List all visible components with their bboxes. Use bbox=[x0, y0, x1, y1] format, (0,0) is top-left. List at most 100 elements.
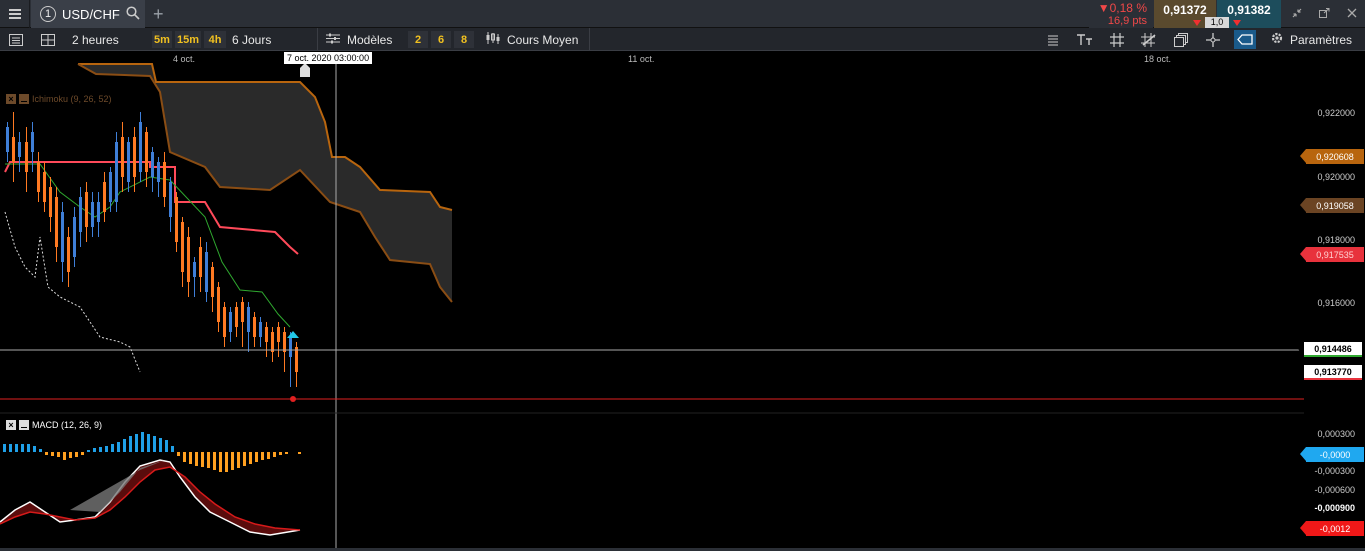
candle-body bbox=[175, 197, 178, 242]
macd-histogram-bar bbox=[45, 452, 48, 455]
drawing-tools-icon[interactable] bbox=[1138, 30, 1160, 49]
date-label-18-oct: 18 oct. bbox=[1144, 54, 1172, 64]
minimize-indicator-icon[interactable] bbox=[19, 94, 29, 104]
candle-body bbox=[253, 317, 256, 337]
macd-histogram-bar bbox=[39, 449, 42, 452]
remove-indicator-icon[interactable]: × bbox=[6, 94, 16, 104]
candle-body bbox=[259, 322, 262, 337]
macd-signal-tag: -0,0012 bbox=[1300, 521, 1364, 536]
kijun-price-tag: 0,917535 bbox=[1300, 247, 1364, 262]
candle-body bbox=[18, 142, 21, 157]
macd-legend: × MACD (12, 26, 9) bbox=[6, 420, 102, 430]
macd-histogram-bar bbox=[285, 452, 288, 454]
candle-body bbox=[109, 172, 112, 202]
layout-grid-icon[interactable] bbox=[37, 30, 59, 49]
crosshair-icon[interactable] bbox=[1202, 30, 1224, 49]
candles-icon bbox=[486, 32, 500, 47]
price-type-label: Cours Moyen bbox=[507, 32, 579, 47]
macd-histogram-bar bbox=[123, 439, 126, 452]
candle-body bbox=[103, 182, 106, 212]
close-icon[interactable] bbox=[1347, 8, 1357, 21]
tab-number: 1 bbox=[40, 6, 56, 22]
settings-button[interactable]: Paramètres bbox=[1270, 28, 1352, 51]
timeframe-select[interactable]: 2 heures bbox=[72, 28, 119, 51]
indicator-list-icon[interactable] bbox=[1042, 30, 1064, 49]
macd-signal-value: -0,0012 bbox=[1319, 523, 1351, 534]
price-type-select[interactable]: Cours Moyen bbox=[478, 28, 590, 51]
candle-body bbox=[145, 132, 148, 172]
candle-body bbox=[211, 267, 214, 297]
candle-body bbox=[235, 307, 238, 327]
hamburger-menu-icon[interactable] bbox=[0, 0, 30, 28]
macd-histogram-bar bbox=[117, 442, 120, 452]
minimize-indicator-icon[interactable] bbox=[19, 420, 29, 430]
macd-histogram-bar bbox=[255, 452, 258, 462]
macd-histogram-bar bbox=[75, 452, 78, 457]
grid-icon[interactable] bbox=[1106, 30, 1128, 49]
span-b-value: 0,919058 bbox=[1316, 200, 1354, 211]
search-icon[interactable] bbox=[126, 5, 140, 23]
candle-body bbox=[295, 347, 298, 372]
candle-body bbox=[97, 202, 100, 222]
candle-body bbox=[127, 142, 130, 182]
candle-body bbox=[121, 137, 124, 177]
symbol-label: USD/CHF bbox=[62, 6, 120, 22]
macd-histogram-bar bbox=[105, 446, 108, 452]
text-tool-icon[interactable] bbox=[1074, 30, 1096, 49]
candle-body bbox=[229, 312, 232, 332]
crosshair-price-value: 0,914486 bbox=[1314, 343, 1352, 354]
models-button[interactable]: Modèles bbox=[326, 28, 392, 51]
popout-icon[interactable] bbox=[1318, 7, 1330, 21]
model-6-button[interactable]: 6 bbox=[431, 31, 451, 48]
macd-histogram-bar bbox=[171, 446, 174, 452]
macd-histogram-bar bbox=[249, 452, 252, 464]
change-points: 16,9 pts bbox=[1107, 15, 1147, 27]
chart-area[interactable]: 4 oct. 11 oct. 18 oct. 7 oct. 2020 03:00… bbox=[0, 52, 1365, 551]
price-tag-icon[interactable] bbox=[1234, 30, 1256, 49]
macd-histogram-bar bbox=[183, 452, 186, 462]
timeframe-15m-button[interactable]: 15m bbox=[175, 31, 201, 48]
collapse-icon[interactable] bbox=[1292, 8, 1302, 21]
ask-price: 0,91382 bbox=[1227, 3, 1271, 17]
candle-body bbox=[55, 197, 58, 247]
macd-histogram-bar bbox=[153, 436, 156, 452]
candle-body bbox=[289, 337, 292, 357]
remove-indicator-icon[interactable]: × bbox=[6, 420, 16, 430]
macd-histogram-bar bbox=[27, 444, 30, 452]
macd-histogram-bar bbox=[189, 452, 192, 464]
list-icon[interactable] bbox=[5, 30, 27, 49]
macd-histogram-bar bbox=[165, 440, 168, 452]
model-2-button[interactable]: 2 bbox=[408, 31, 428, 48]
last-price-tag: 0,913770 bbox=[1298, 365, 1362, 380]
macd-histogram-bar bbox=[93, 448, 96, 452]
macd-histogram-bar bbox=[3, 444, 6, 452]
macd-histogram-bar bbox=[219, 452, 222, 472]
timeframe-5m-button[interactable]: 5m bbox=[152, 31, 172, 48]
instrument-tab[interactable]: 1 USD/CHF bbox=[31, 0, 145, 28]
macd-histogram-bar bbox=[21, 444, 24, 452]
crosshair-date-label: 7 oct. 2020 03:00:00 bbox=[284, 52, 373, 64]
candle-body bbox=[31, 132, 34, 152]
price-axis-label: 0,916000 bbox=[1317, 298, 1355, 308]
timeframe-label: 2 heures bbox=[72, 32, 119, 47]
candle-body bbox=[43, 172, 46, 202]
macd-histogram-bar bbox=[267, 452, 270, 459]
layers-icon[interactable] bbox=[1170, 30, 1192, 49]
macd-histogram-bar bbox=[129, 436, 132, 452]
macd-histogram-bar bbox=[207, 452, 210, 468]
range-select[interactable]: 6 Jours bbox=[228, 28, 318, 51]
add-tab-icon[interactable]: + bbox=[153, 4, 164, 25]
kijun-value: 0,917535 bbox=[1316, 249, 1354, 260]
candle-body bbox=[277, 327, 280, 342]
candle-body bbox=[115, 142, 118, 202]
model-8-button[interactable]: 8 bbox=[454, 31, 474, 48]
price-chart[interactable] bbox=[0, 52, 1365, 551]
candle-body bbox=[67, 237, 70, 272]
candle-body bbox=[6, 127, 9, 152]
candle-body bbox=[187, 237, 190, 282]
macd-histogram-bar bbox=[159, 438, 162, 452]
ichimoku-legend: × Ichimoku (9, 26, 52) bbox=[6, 94, 112, 104]
macd-histogram-bar bbox=[237, 452, 240, 468]
macd-axis-label: -0,000900 bbox=[1314, 503, 1355, 513]
timeframe-4h-button[interactable]: 4h bbox=[204, 31, 226, 48]
